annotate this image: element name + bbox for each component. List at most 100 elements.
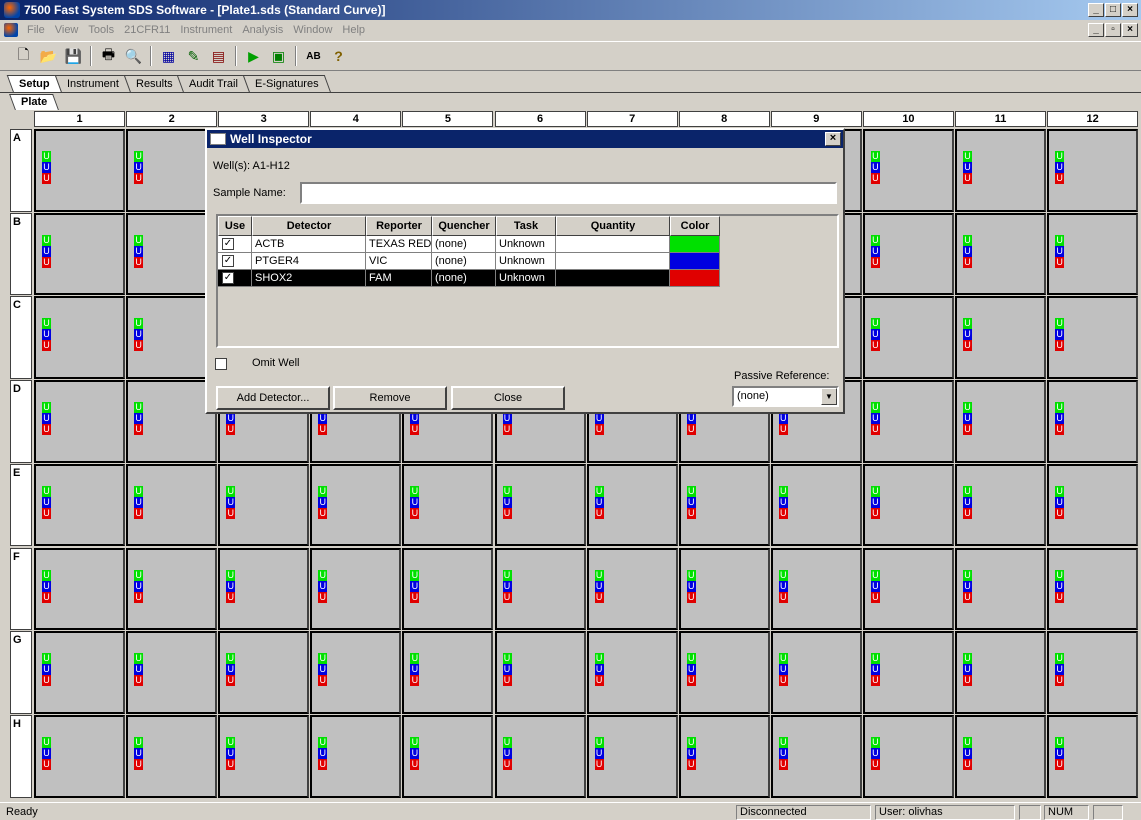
save-icon[interactable]: 💾 [62,45,85,67]
tab-instrument[interactable]: Instrument [54,75,131,93]
plate-well[interactable]: UUU [955,714,1047,798]
tab-plate[interactable]: Plate [9,94,60,110]
spell-icon[interactable]: AB [302,45,325,67]
doc-minimize-button[interactable]: _ [1088,23,1104,37]
minimize-button[interactable]: _ [1088,3,1104,17]
quantity-cell[interactable] [556,270,670,287]
remove-button[interactable]: Remove [333,386,447,410]
col-use[interactable]: Use [218,216,252,236]
table-row[interactable]: ✓ ACTB TEXAS RED (none) Unknown [218,236,720,253]
plate-well[interactable]: UUU [678,547,770,631]
row-header[interactable]: B [10,212,32,296]
plate-well[interactable]: UUU [862,463,954,547]
plate-well[interactable]: UUU [955,547,1047,631]
menu-file[interactable]: File [22,24,50,36]
use-checkbox[interactable]: ✓ [222,255,234,267]
chevron-down-icon[interactable]: ▼ [821,388,837,405]
open-icon[interactable]: 📂 [37,45,60,67]
print-icon[interactable]: 🖶 [97,45,120,67]
column-header[interactable]: 2 [126,111,218,127]
plate-well[interactable]: UUU [862,380,954,463]
row-header[interactable]: C [10,296,32,380]
plate-well[interactable]: UUU [34,463,126,547]
plate-well[interactable]: UUU [678,714,770,798]
use-cell[interactable]: ✓ [218,270,252,287]
col-reporter[interactable]: Reporter [366,216,432,236]
row-header[interactable]: A [10,129,32,212]
row-header[interactable]: E [10,463,32,547]
edit-icon[interactable]: ✎ [182,45,205,67]
plate-well[interactable]: UUU [34,212,126,296]
plate-well[interactable]: UUU [770,631,862,714]
plate-well[interactable]: UUU [34,296,126,380]
plate-well[interactable]: UUU [770,547,862,631]
tab-setup[interactable]: Setup [6,75,62,93]
row-header[interactable]: D [10,380,32,463]
task-cell[interactable]: Unknown [496,236,556,253]
quencher-cell[interactable]: (none) [432,270,496,287]
analyze-icon[interactable]: ▣ [267,45,290,67]
plate-well[interactable]: UUU [862,296,954,380]
plate-well[interactable]: UUU [1047,547,1139,631]
col-detector[interactable]: Detector [252,216,366,236]
menu-21cfr11[interactable]: 21CFR11 [119,24,175,36]
plate-well[interactable]: UUU [126,129,218,212]
column-header[interactable]: 6 [494,111,586,127]
plate-well[interactable]: UUU [402,463,494,547]
detector-cell[interactable]: ACTB [252,236,366,253]
plate-well[interactable]: UUU [955,631,1047,714]
menu-view[interactable]: View [50,24,84,36]
color-swatch[interactable] [670,270,720,287]
plate-well[interactable]: UUU [678,463,770,547]
plate-well[interactable]: UUU [586,463,678,547]
column-header[interactable]: 1 [34,111,126,127]
column-header[interactable]: 10 [862,111,954,127]
table-row[interactable]: ✓ SHOX2 FAM (none) Unknown [218,270,720,287]
document-icon[interactable] [4,23,18,37]
row-header[interactable]: G [10,631,32,714]
dialog-close-button[interactable]: Close [451,386,565,410]
plate-well[interactable]: UUU [402,714,494,798]
plate-well[interactable]: UUU [862,129,954,212]
run-icon[interactable]: ▶ [242,45,265,67]
plate-well[interactable]: UUU [34,129,126,212]
plate-well[interactable]: UUU [126,547,218,631]
row-header[interactable]: F [10,547,32,631]
task-cell[interactable]: Unknown [496,253,556,270]
plate-well[interactable]: UUU [126,631,218,714]
plate-well[interactable]: UUU [402,631,494,714]
col-quantity[interactable]: Quantity [556,216,670,236]
plate-well[interactable]: UUU [586,631,678,714]
reporter-cell[interactable]: VIC [366,253,432,270]
task-cell[interactable]: Unknown [496,270,556,287]
column-header[interactable]: 5 [402,111,494,127]
reporter-cell[interactable]: FAM [366,270,432,287]
tab-results[interactable]: Results [123,75,185,93]
omit-well-checkbox[interactable] [215,358,227,370]
well-inspector-icon[interactable]: ▦ [157,45,180,67]
plate-well[interactable]: UUU [1047,296,1139,380]
column-header[interactable]: 7 [586,111,678,127]
plate-well[interactable]: UUU [955,129,1047,212]
help-icon[interactable]: ? [327,45,350,67]
doc-close-button[interactable]: × [1122,23,1138,37]
plate-well[interactable]: UUU [1047,212,1139,296]
detector-cell[interactable]: SHOX2 [252,270,366,287]
plate-well[interactable]: UUU [402,547,494,631]
plate-well[interactable]: UUU [862,547,954,631]
plate-well[interactable]: UUU [494,714,586,798]
plate-well[interactable]: UUU [218,463,310,547]
use-cell[interactable]: ✓ [218,236,252,253]
column-header[interactable]: 9 [770,111,862,127]
plate-well[interactable]: UUU [586,714,678,798]
plate-well[interactable]: UUU [1047,463,1139,547]
plate-well[interactable]: UUU [218,631,310,714]
plate-well[interactable]: UUU [862,212,954,296]
use-cell[interactable]: ✓ [218,253,252,270]
plate-well[interactable]: UUU [34,547,126,631]
plate-well[interactable]: UUU [126,212,218,296]
plate-well[interactable]: UUU [678,631,770,714]
quencher-cell[interactable]: (none) [432,236,496,253]
plate-well[interactable]: UUU [1047,631,1139,714]
dialog-close-icon[interactable]: × [825,132,841,146]
